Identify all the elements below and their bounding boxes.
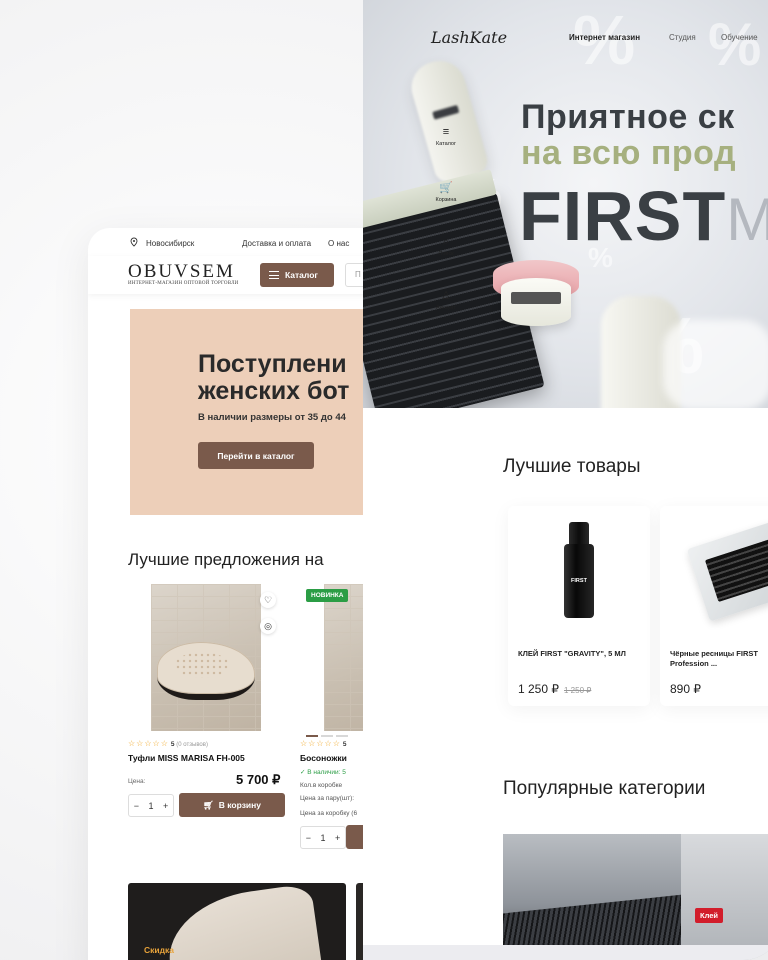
location-pin-icon <box>130 237 138 247</box>
nav-studio[interactable]: Студия <box>669 33 696 42</box>
product-card[interactable]: Чёрные ресницы FIRST Profession ... 890 … <box>660 506 768 706</box>
price-per-pair-label: Цена за пару(шт): <box>300 795 355 802</box>
hero-headline-line1: Приятное ск <box>521 98 735 136</box>
promo-tile-discount[interactable]: Скидка <box>128 883 346 960</box>
promo-image <box>161 883 325 960</box>
add-to-cart-button[interactable]: 🛒︎ В корзину <box>179 793 285 817</box>
section-title-popular: Популярные категории <box>503 778 706 799</box>
hero-headline-line2: на всю прод <box>521 134 737 172</box>
product-price: 890 ₽ <box>670 682 701 696</box>
product-name[interactable]: Чёрные ресницы FIRST Profession ... <box>670 649 768 669</box>
lashkate-logo[interactable]: LashKate <box>431 28 507 47</box>
obuvsem-header: OBUVSEM ИНТЕРНЕТ-МАГАЗИН ОПТОВОЙ ТОРГОВЛ… <box>88 256 388 294</box>
search-icon: ⌕ <box>442 236 450 248</box>
lashkate-page: % % % % % LashKate Интернет магазин Студ… <box>363 0 768 960</box>
box-quantity-label: Кол.в коробке <box>300 782 343 789</box>
obuvsem-page: Новосибирск Доставка и оплата О нас OBUV… <box>88 228 388 960</box>
banner-title: Поступлени женских бот <box>198 350 350 405</box>
category-badge: Клей <box>695 908 724 923</box>
price-per-box-label: Цена за коробку (6 <box>300 810 358 817</box>
go-to-catalog-button[interactable]: Перейти в каталог <box>198 442 314 469</box>
obuvsem-topbar: Новосибирск Доставка и оплата О нас <box>88 228 388 258</box>
cart-icon: 🛒 <box>439 182 453 194</box>
product-name[interactable]: Босоножки <box>300 753 347 763</box>
product-image[interactable] <box>686 518 768 622</box>
catalog-button-label: Каталог <box>285 270 318 280</box>
product-image[interactable]: FIRST <box>564 522 594 622</box>
sidebar-account[interactable]: ♙ Аккаунт <box>431 290 461 311</box>
nav-online-shop[interactable]: Интернет магазин <box>569 33 640 42</box>
promo-label: Скидка <box>144 945 174 955</box>
product-jar-image <box>493 250 579 330</box>
section-title-offers: Лучшие предложения на <box>128 550 324 569</box>
promo-banner: Поступлени женских бот В наличии размеры… <box>130 309 388 515</box>
delivery-link[interactable]: Доставка и оплата <box>242 239 311 248</box>
product-card[interactable]: FIRST КЛЕЙ FIRST "GRAVITY", 5 МЛ 1 250 ₽… <box>508 506 650 706</box>
nav-training[interactable]: Обучение <box>721 33 758 42</box>
banner-subtitle: В наличии размеры от 35 до 44 <box>198 412 346 423</box>
plus-icon: + <box>162 800 169 811</box>
image-carousel-dots[interactable] <box>306 724 366 737</box>
quantity-stepper[interactable]: −1 + <box>300 826 346 849</box>
hero-brand: FIRSTM <box>519 177 768 255</box>
city-selector[interactable]: Новосибирск <box>146 239 194 248</box>
old-price: 1 250 ₽ <box>564 686 592 695</box>
rating-stars: ☆☆☆☆☆ 5 <box>300 739 347 748</box>
user-icon: ♙ <box>441 290 451 302</box>
sidebar-search[interactable]: ⌕ Поиск <box>431 236 461 257</box>
new-badge: НОВИНКА <box>306 589 349 602</box>
rating-stars: ☆☆☆☆☆ 5 (0 отзывов) <box>128 739 208 748</box>
product-bottle-image <box>405 54 491 186</box>
obuvsem-logo-subtitle: ИНТЕРНЕТ-МАГАЗИН ОПТОВОЙ ТОРГОВЛИ <box>128 281 239 286</box>
product-bottle-image <box>663 320 768 408</box>
product-name[interactable]: КЛЕЙ FIRST "GRAVITY", 5 МЛ <box>518 649 648 659</box>
menu-icon: ≡ <box>442 126 450 138</box>
product-image[interactable] <box>151 584 261 731</box>
category-tile[interactable] <box>681 834 768 960</box>
plus-icon: + <box>334 832 341 843</box>
eye-icon[interactable]: ◎ <box>260 618 276 634</box>
sidebar-cart[interactable]: 🛒 Корзина <box>431 182 461 203</box>
product-name[interactable]: Туфли MISS MARISA FH-005 <box>128 753 245 763</box>
obuvsem-logo[interactable]: OBUVSEM <box>128 261 235 283</box>
cart-icon: 🛒︎ <box>202 799 214 810</box>
about-link[interactable]: О нас <box>328 239 349 248</box>
hero-banner: % % % % % LashKate Интернет магазин Студ… <box>363 0 768 408</box>
product-price: 5 700 ₽ <box>236 772 281 787</box>
page-bottom-edge <box>363 945 768 960</box>
section-title-best: Лучшие товары <box>503 456 641 477</box>
heart-icon[interactable]: ♡ <box>260 592 276 608</box>
sidebar-catalog[interactable]: ≡ Каталог <box>431 126 461 147</box>
price-label: Цена: <box>128 778 146 785</box>
category-tile[interactable] <box>503 834 683 960</box>
quantity-stepper[interactable]: −1 + <box>128 794 174 817</box>
catalog-button[interactable]: Каталог <box>260 263 334 287</box>
in-stock-status: ✓ В наличии: 5 <box>300 769 346 776</box>
percent-decor: % <box>708 11 762 78</box>
product-price: 1 250 ₽1 250 ₽ <box>518 682 592 696</box>
minus-icon: − <box>133 800 139 811</box>
minus-icon: − <box>305 832 311 843</box>
menu-icon <box>269 271 279 279</box>
